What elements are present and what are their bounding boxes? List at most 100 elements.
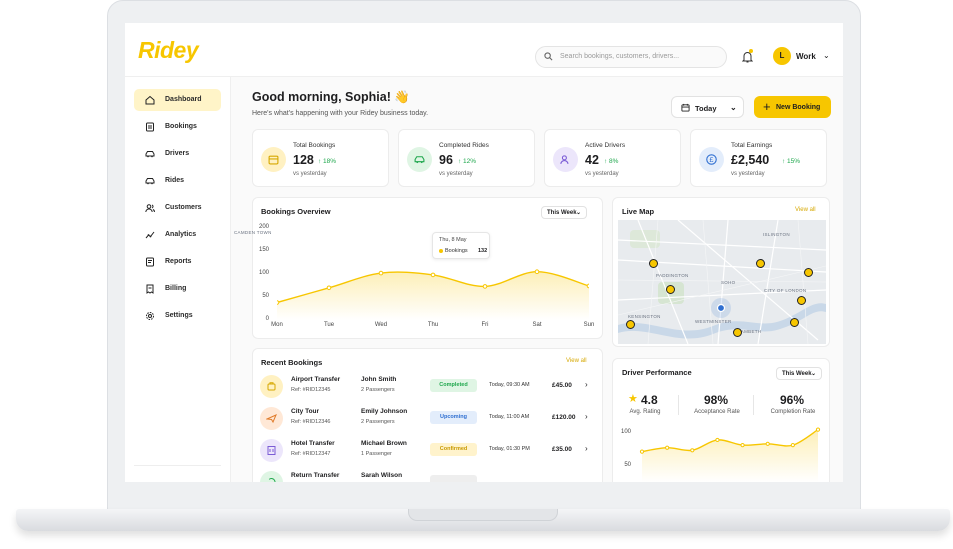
sidebar-item-billing[interactable]: Billing — [134, 278, 221, 300]
stat-card-total-earnings[interactable]: £ Total Earnings £2,540 ↑ 15% vs yesterd… — [690, 129, 827, 187]
sidebar-divider — [134, 465, 221, 466]
car-marker-icon[interactable] — [797, 296, 806, 305]
user-name[interactable]: Work — [796, 52, 816, 61]
map-label: PADDINGTON — [656, 273, 689, 278]
data-point[interactable] — [665, 445, 670, 450]
data-point[interactable] — [482, 284, 488, 289]
date-filter-dropdown[interactable]: Today ⌄ — [671, 96, 744, 118]
car-marker-icon[interactable] — [626, 320, 635, 329]
sidebar-item-drivers[interactable]: Drivers — [134, 143, 221, 165]
data-point[interactable] — [277, 300, 280, 305]
data-point[interactable] — [790, 443, 795, 448]
car-marker-icon[interactable] — [649, 259, 658, 268]
y-tick-label: 150 — [258, 247, 269, 253]
sidebar-item-reports[interactable]: Reports — [134, 251, 221, 273]
table-row[interactable]: Return Transfer Sarah Wilson — [260, 468, 600, 482]
y-tick-label: 50 — [262, 293, 269, 299]
booking-ref: Ref: #RID12347 — [291, 451, 331, 457]
table-row[interactable]: City Tour Ref: #RID12346 Emily Johnson 2 Pa… — [260, 404, 600, 436]
gear-icon — [146, 312, 154, 320]
car-marker-icon[interactable] — [790, 318, 799, 327]
chevron-down-icon: ⌄ — [810, 371, 816, 377]
data-point[interactable] — [639, 449, 645, 454]
chevron-right-icon[interactable]: › — [585, 380, 588, 389]
performance-period-dropdown[interactable]: This Week ⌄ — [776, 367, 822, 380]
recent-bookings-title: Recent Bookings — [261, 358, 323, 367]
sidebar-item-label: Analytics — [165, 231, 197, 238]
period-label: This Week — [547, 210, 577, 216]
booking-price: £35.00 — [552, 446, 572, 453]
data-point[interactable] — [765, 441, 770, 446]
sidebar-item-rides[interactable]: Rides — [134, 170, 221, 192]
sidebar-item-bookings[interactable]: Bookings — [134, 116, 221, 138]
avatar[interactable]: L — [773, 47, 791, 65]
x-tick-label: Thu — [427, 322, 439, 328]
sidebar-item-customers[interactable]: Customers — [134, 197, 221, 219]
car-marker-icon[interactable] — [804, 268, 813, 277]
data-point[interactable] — [378, 270, 384, 276]
data-point[interactable] — [326, 285, 332, 291]
booking-ref: Ref: #RID12345 — [291, 387, 331, 393]
stat-card-bookings[interactable]: Total Bookings 128 ↑ 18% vs yesterday — [252, 129, 389, 187]
chevron-down-icon[interactable]: ⌄ — [823, 51, 830, 60]
chevron-down-icon: ⌄ — [730, 103, 737, 112]
stat-card-completed-rides[interactable]: Completed Rides 96 ↑ 12% vs yesterday — [398, 129, 535, 187]
sidebar-item-label: Billing — [165, 285, 187, 292]
recent-bookings-view-all-link[interactable]: View all — [566, 358, 587, 364]
reports-icon — [146, 257, 154, 267]
customer-name: John Smith — [361, 376, 397, 383]
laptop-notch — [408, 509, 558, 521]
avg-rating-value: 4.8 — [641, 393, 658, 407]
calendar-icon — [261, 147, 286, 172]
chevron-right-icon[interactable]: › — [585, 444, 588, 453]
tooltip-date: Thu, 8 May — [439, 237, 467, 243]
acceptance-rate-value: 98% — [704, 393, 729, 407]
search-input[interactable]: Search bookings, customers, drivers... — [535, 46, 727, 68]
users-icon — [145, 204, 155, 213]
search-placeholder: Search bookings, customers, drivers... — [560, 53, 680, 60]
notification-bell-icon[interactable] — [741, 49, 754, 68]
plane-icon — [260, 407, 283, 430]
stat-card-active-drivers[interactable]: Active Drivers 42 ↑ 8% vs yesterday — [544, 129, 681, 187]
car-marker-icon[interactable] — [756, 259, 765, 268]
current-location-marker[interactable] — [716, 303, 726, 313]
sidebar-item-label: Dashboard — [165, 96, 202, 103]
customer-name: Michael Brown — [361, 440, 407, 447]
bookings-period-dropdown[interactable]: This Week ⌄ — [541, 206, 587, 219]
data-point[interactable] — [534, 269, 540, 275]
stat-value: 128 — [293, 153, 314, 167]
stat-value: 42 — [585, 153, 599, 167]
sidebar-item-label: Reports — [165, 258, 192, 265]
table-row[interactable]: Airport Transfer Ref: #RID12345 John Smith… — [260, 372, 600, 404]
x-tick-label: Sun — [583, 322, 595, 328]
sidebar-item-dashboard[interactable]: Dashboard — [134, 89, 221, 111]
chevron-right-icon[interactable]: › — [585, 412, 588, 421]
car-marker-icon[interactable] — [666, 285, 675, 294]
passenger-count: 2 Passengers — [361, 387, 395, 393]
data-point[interactable] — [690, 448, 695, 453]
search-icon — [544, 52, 553, 61]
data-point[interactable] — [815, 427, 821, 432]
table-row[interactable]: Hotel Transfer Ref: #RID12347 Michael Brow… — [260, 436, 600, 468]
car-marker-icon[interactable] — [733, 328, 742, 337]
new-booking-button[interactable]: + New Booking — [754, 96, 831, 118]
analytics-icon — [145, 231, 155, 239]
ridey-logo[interactable]: Ridey — [138, 37, 199, 64]
data-point[interactable] — [586, 283, 589, 289]
sidebar-item-analytics[interactable]: Analytics — [134, 224, 221, 246]
x-tick-label: Sat — [532, 322, 542, 328]
data-point[interactable] — [740, 443, 745, 448]
sidebar-item-label: Bookings — [165, 123, 197, 130]
customer-name: Sarah Wilson — [361, 472, 403, 479]
performance-chart — [639, 427, 821, 482]
app-screen: Ridey Search bookings, customers, driver… — [125, 23, 843, 482]
metric-divider — [753, 395, 754, 415]
data-point[interactable] — [430, 272, 436, 278]
plus-icon: + — [763, 99, 771, 114]
sidebar-item-settings[interactable]: Settings — [134, 305, 221, 327]
period-label: This Week — [782, 371, 812, 377]
completion-rate-value: 96% — [780, 393, 805, 407]
live-map-view-all-link[interactable]: View all — [795, 207, 816, 213]
data-point[interactable] — [715, 437, 720, 443]
map-label: CITY OF LONDON — [764, 288, 807, 293]
